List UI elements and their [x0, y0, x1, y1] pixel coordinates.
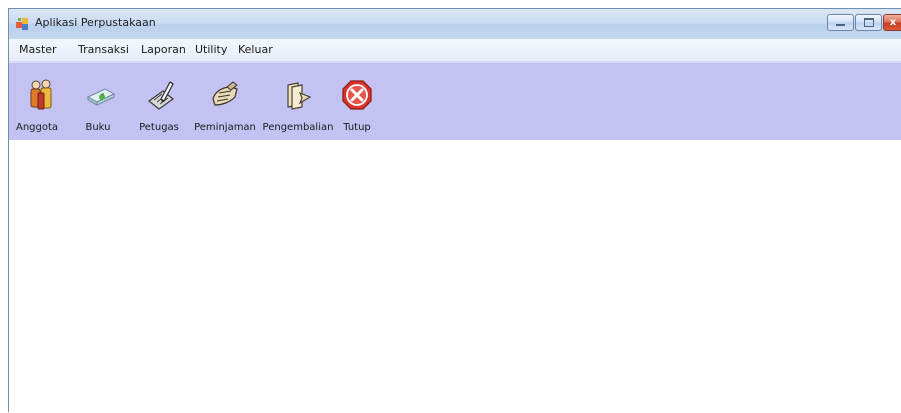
- close-button[interactable]: x: [883, 14, 901, 31]
- toolbar-label-peminjaman: Peminjaman: [194, 122, 256, 133]
- menu-laporan[interactable]: Laporan: [141, 43, 186, 56]
- menu-keluar[interactable]: Keluar: [238, 43, 273, 56]
- window-title: Aplikasi Perpustakaan: [35, 16, 156, 29]
- menu-master[interactable]: Master: [19, 43, 57, 56]
- minimize-icon: [828, 15, 853, 30]
- minimize-button[interactable]: [827, 14, 854, 31]
- return-icon: [287, 82, 312, 110]
- staff-icon: [148, 81, 174, 110]
- members-icon: [30, 79, 52, 110]
- book-icon: [86, 88, 116, 106]
- maximize-button[interactable]: [855, 14, 882, 31]
- menu-transaksi[interactable]: Transaksi: [78, 43, 129, 56]
- toolbar-button-petugas[interactable]: Petugas: [129, 63, 187, 140]
- close-app-icon: [342, 80, 372, 110]
- maximize-icon: [856, 15, 881, 30]
- title-bar[interactable]: Aplikasi Perpustakaan x: [9, 9, 901, 39]
- menu-bar: Master Transaksi Laporan Utility Keluar: [9, 39, 901, 61]
- app-window-icon: [16, 18, 28, 30]
- mdi-client-area[interactable]: [9, 140, 901, 413]
- toolbar-button-buku[interactable]: Buku: [71, 63, 126, 140]
- toolbar-label-anggota: Anggota: [15, 122, 59, 133]
- toolbar-button-pengembalian[interactable]: Pengembalian: [263, 63, 333, 140]
- toolbar-label-tutup: Tutup: [343, 122, 371, 133]
- menu-utility[interactable]: Utility: [195, 43, 227, 56]
- toolbar-label-buku: Buku: [85, 122, 111, 133]
- close-icon: x: [889, 17, 897, 28]
- toolbar-button-peminjaman[interactable]: Peminjaman: [189, 63, 261, 140]
- toolbar: Anggota Buku Petugas Peminjaman Pengemba…: [9, 61, 901, 140]
- toolbar-label-pengembalian: Pengembalian: [262, 122, 334, 133]
- toolbar-button-anggota[interactable]: Anggota: [9, 63, 69, 140]
- toolbar-button-tutup[interactable]: Tutup: [335, 63, 379, 140]
- app-window: Aplikasi Perpustakaan x Master Transaksi…: [8, 8, 901, 413]
- toolbar-label-petugas: Petugas: [139, 122, 179, 133]
- borrow-icon: [212, 81, 238, 106]
